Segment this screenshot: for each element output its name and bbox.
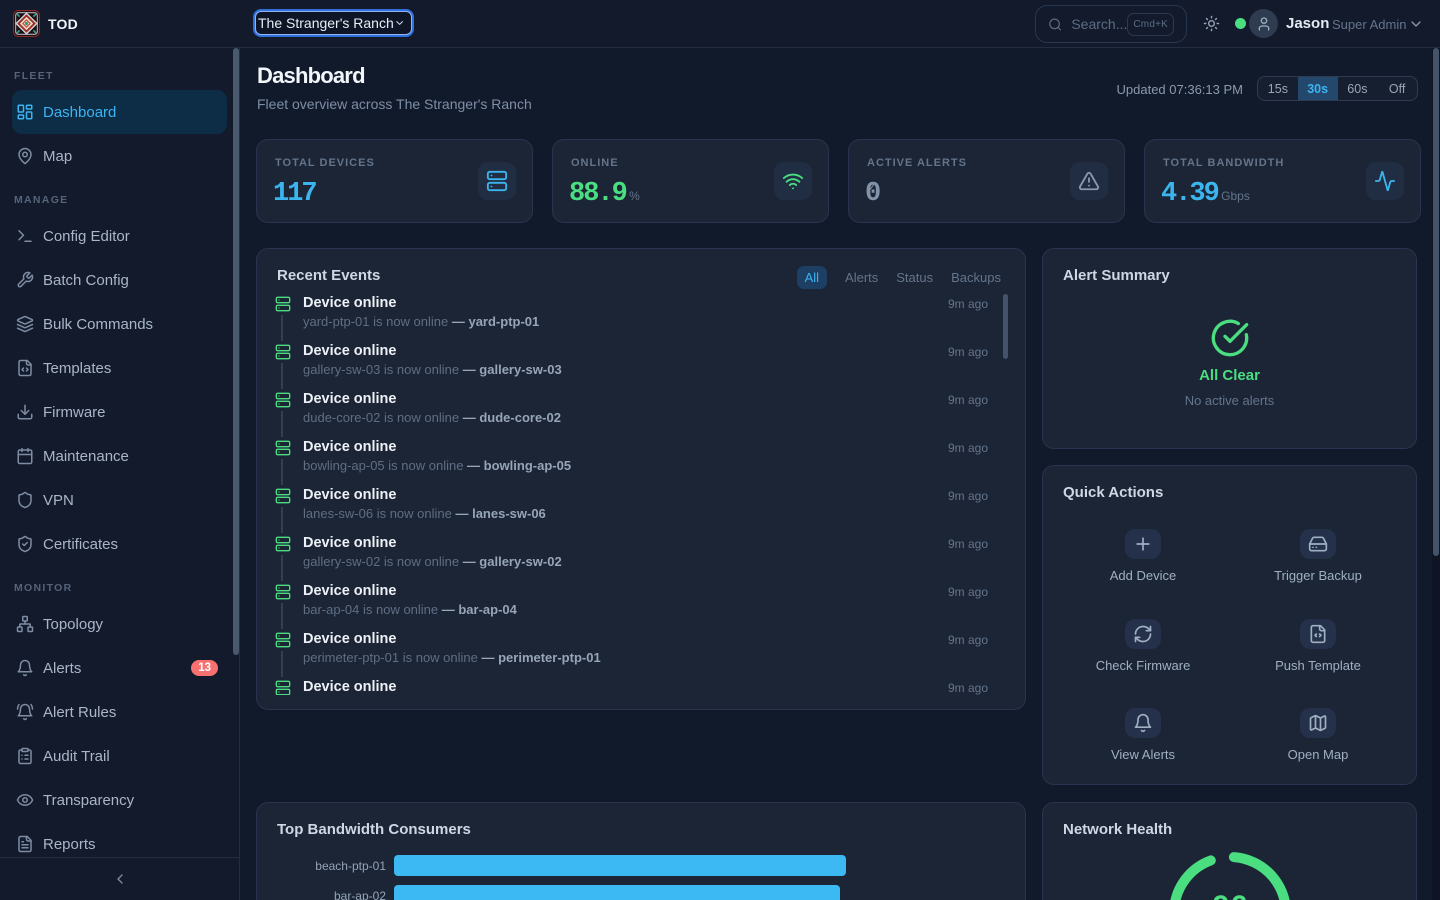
svg-text:96: 96 <box>1212 891 1248 900</box>
